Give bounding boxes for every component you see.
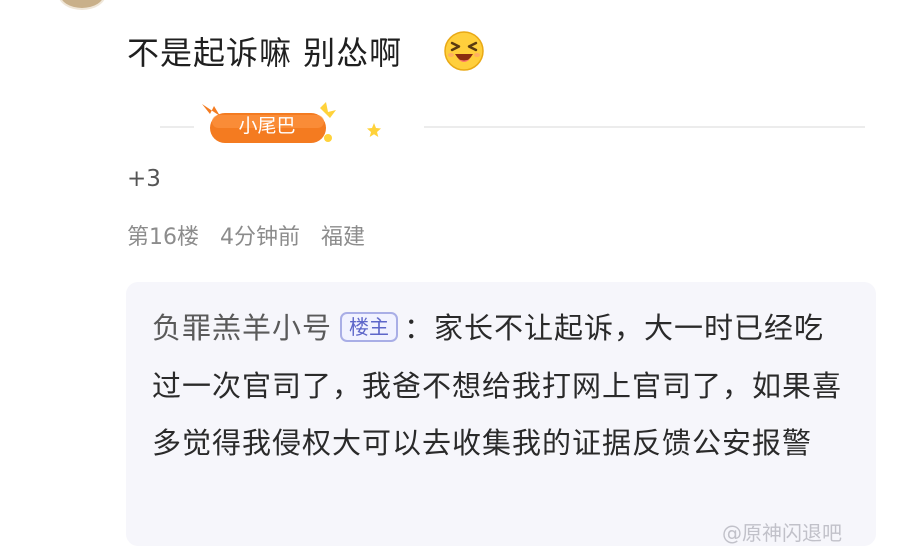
reaction-count[interactable]: +3 [127,165,161,193]
star-icon [367,123,381,137]
post-time: 4分钟前 [220,225,300,250]
location: 福建 [321,225,366,250]
watermark: @原神闪退吧 [722,521,842,545]
quote-colon: ： [404,311,435,345]
tail-divider-right [424,126,865,128]
comment-meta: 第16楼 4分钟前 福建 [127,224,365,252]
quoted-reply: 负罪羔羊小号 楼主 ：家长不让起诉，大一时已经吃过一次官司了，我爸不想给我打网上官司… [152,300,842,473]
tail-divider-left [160,126,194,128]
squinting-laughing-face-icon [444,31,484,71]
tail-badge-label: 小尾巴 [238,115,296,137]
comment-text: 不是起诉嘛 别怂啊 [127,34,403,72]
avatar[interactable] [58,0,106,10]
quote-author[interactable]: 负罪羔羊小号 [152,311,332,345]
host-badge: 楼主 [340,312,399,342]
floor-number: 第16楼 [127,225,199,250]
